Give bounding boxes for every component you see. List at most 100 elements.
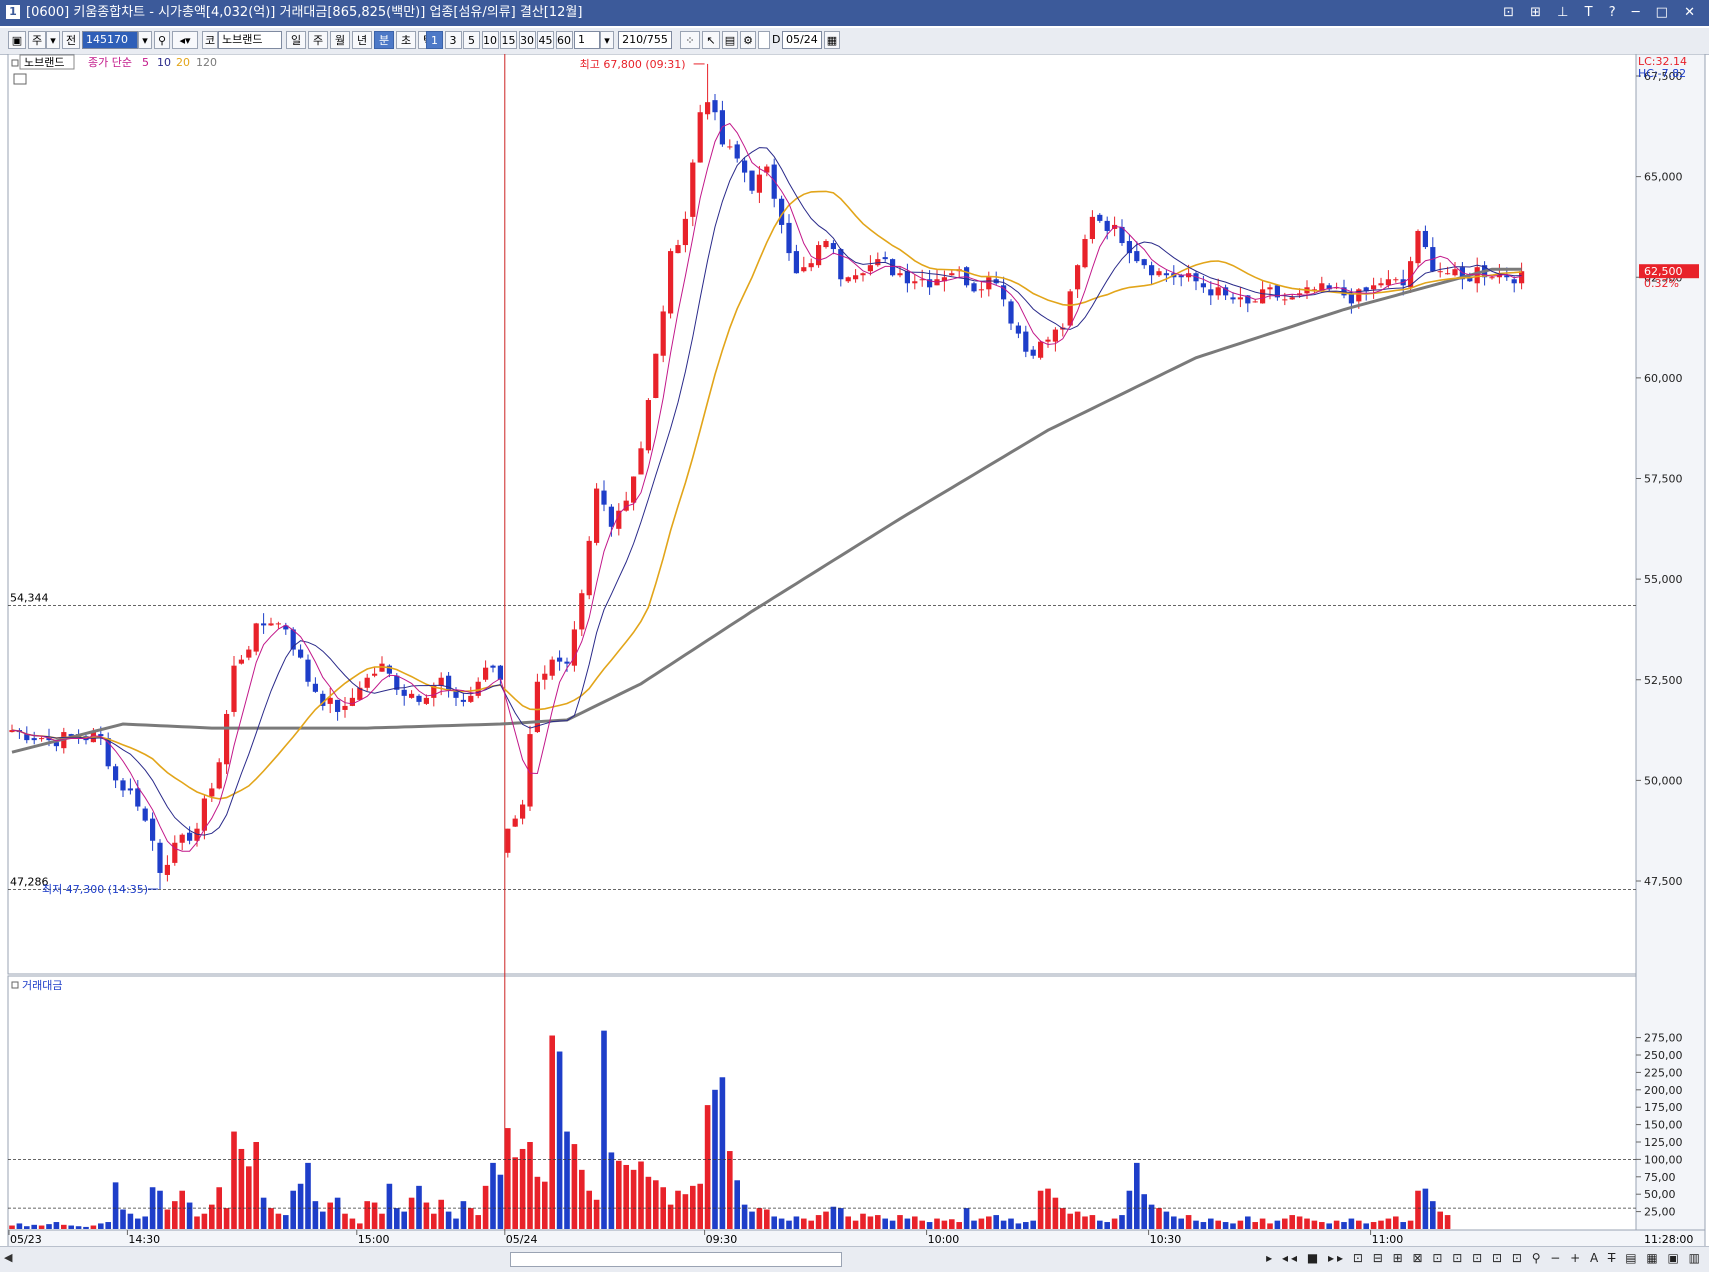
candle[interactable] — [697, 104, 703, 163]
volume-bar[interactable] — [186, 1202, 193, 1229]
volume-bar[interactable] — [1126, 1190, 1133, 1229]
interval-button-1[interactable]: 1 — [426, 31, 443, 49]
volume-bar[interactable] — [327, 1202, 333, 1229]
candle[interactable] — [527, 725, 533, 812]
candle[interactable] — [690, 159, 696, 227]
volume-bar[interactable] — [201, 1213, 208, 1229]
volume-bar[interactable] — [460, 1201, 467, 1229]
volume-bar[interactable] — [704, 1105, 711, 1229]
volume-bar[interactable] — [534, 1176, 541, 1229]
volume-bar[interactable] — [1156, 1208, 1162, 1229]
volume-bar[interactable] — [845, 1216, 851, 1229]
interval-button-5[interactable]: 5 — [463, 31, 480, 49]
volume-bar[interactable] — [475, 1215, 481, 1229]
volume-bar[interactable] — [1415, 1190, 1421, 1229]
prev-button[interactable]: 전 — [62, 31, 80, 49]
volume-bar[interactable] — [1252, 1222, 1258, 1229]
volume-bar[interactable] — [379, 1213, 385, 1229]
volume-bar[interactable] — [889, 1220, 896, 1229]
volume-bar[interactable] — [593, 1199, 600, 1229]
volume-bar[interactable] — [1341, 1222, 1347, 1229]
calendar-icon[interactable]: ▦ — [824, 31, 840, 49]
period-button-5[interactable]: 초 — [396, 31, 416, 49]
candle[interactable] — [1038, 340, 1044, 360]
candle[interactable] — [142, 806, 148, 823]
volume-bar[interactable] — [564, 1131, 570, 1229]
volume-bar[interactable] — [371, 1202, 378, 1229]
volume-bar[interactable] — [1067, 1213, 1073, 1229]
volume-bar[interactable] — [586, 1190, 592, 1229]
grid-icon[interactable]: ⁘ — [680, 31, 700, 49]
volume-bar[interactable] — [1393, 1216, 1399, 1229]
volume-bar[interactable] — [867, 1216, 874, 1229]
search-icon[interactable]: ⚲ — [154, 31, 170, 49]
volume-bar[interactable] — [268, 1208, 274, 1229]
volume-bar[interactable] — [24, 1226, 30, 1229]
volume-bar[interactable] — [31, 1224, 37, 1229]
volume-bar[interactable] — [1363, 1223, 1369, 1229]
volume-bar[interactable] — [527, 1142, 533, 1229]
volume-bar[interactable] — [1274, 1220, 1281, 1229]
volume-bar[interactable] — [1444, 1215, 1451, 1229]
candle[interactable] — [816, 241, 822, 268]
volume-bar[interactable] — [408, 1197, 415, 1229]
candle[interactable] — [253, 622, 259, 656]
volume-bar[interactable] — [1097, 1220, 1103, 1229]
scroll-thumb[interactable] — [510, 1252, 842, 1267]
volume-bar[interactable] — [1259, 1218, 1266, 1229]
candle[interactable] — [749, 170, 755, 195]
volume-bar[interactable] — [98, 1223, 104, 1229]
menu-dropdown-icon[interactable]: ▾ — [46, 31, 60, 49]
interval-button-45[interactable]: 45 — [537, 31, 554, 49]
volume-bar[interactable] — [164, 1209, 171, 1229]
volume-bar[interactable] — [438, 1199, 444, 1229]
volume-bar[interactable] — [549, 1035, 555, 1229]
volume-bar[interactable] — [1119, 1215, 1125, 1229]
volume-bar[interactable] — [1111, 1218, 1118, 1229]
volume-bar[interactable] — [1060, 1208, 1066, 1229]
volume-bar[interactable] — [275, 1213, 282, 1229]
volume-bar[interactable] — [919, 1220, 925, 1229]
volume-bar[interactable] — [882, 1218, 888, 1229]
code-dropdown-icon[interactable]: ▾ — [138, 31, 152, 49]
volume-bar[interactable] — [1282, 1218, 1288, 1229]
volume-bar[interactable] — [1163, 1211, 1170, 1229]
volume-bar[interactable] — [749, 1211, 755, 1229]
volume-bar[interactable] — [1230, 1223, 1236, 1229]
volume-bar[interactable] — [431, 1213, 437, 1229]
volume-bar[interactable] — [852, 1220, 859, 1229]
volume-bar[interactable] — [1304, 1218, 1310, 1229]
volume-bar[interactable] — [808, 1220, 814, 1229]
volume-bar[interactable] — [68, 1225, 74, 1229]
volume-bar[interactable] — [1000, 1220, 1007, 1229]
volume-bar[interactable] — [793, 1216, 800, 1229]
volume-bar[interactable] — [120, 1209, 126, 1229]
save-icon[interactable]: ▤ — [722, 31, 738, 49]
date-checkbox[interactable] — [758, 31, 770, 49]
candle[interactable] — [216, 758, 222, 790]
volume-bar[interactable] — [497, 1174, 504, 1229]
volume-bar[interactable] — [1037, 1190, 1044, 1229]
volume-bar[interactable] — [875, 1215, 881, 1229]
volume-bar[interactable] — [608, 1152, 615, 1229]
volume-bar[interactable] — [246, 1166, 252, 1229]
volume-bar[interactable] — [682, 1194, 689, 1229]
layout-icon[interactable]: ▣ — [8, 31, 26, 49]
volume-bar[interactable] — [912, 1216, 918, 1229]
volume-bar[interactable] — [1178, 1218, 1184, 1229]
volume-bar[interactable] — [556, 1051, 563, 1229]
volume-bar[interactable] — [127, 1213, 134, 1229]
volume-bar[interactable] — [623, 1164, 629, 1229]
volume-bar[interactable] — [1052, 1197, 1059, 1229]
volume-bar[interactable] — [482, 1185, 489, 1229]
volume-bar[interactable] — [579, 1169, 585, 1229]
volume-bar[interactable] — [238, 1148, 245, 1229]
volume-bar[interactable] — [112, 1182, 119, 1229]
volume-bar[interactable] — [675, 1190, 681, 1229]
interval-dropdown-icon[interactable]: ▾ — [600, 31, 614, 49]
interval-button-3[interactable]: 3 — [444, 31, 462, 49]
volume-bar[interactable] — [223, 1208, 230, 1229]
volume-bar[interactable] — [1356, 1220, 1362, 1229]
volume-bar[interactable] — [512, 1157, 518, 1229]
interval-button-15[interactable]: 15 — [500, 31, 517, 49]
